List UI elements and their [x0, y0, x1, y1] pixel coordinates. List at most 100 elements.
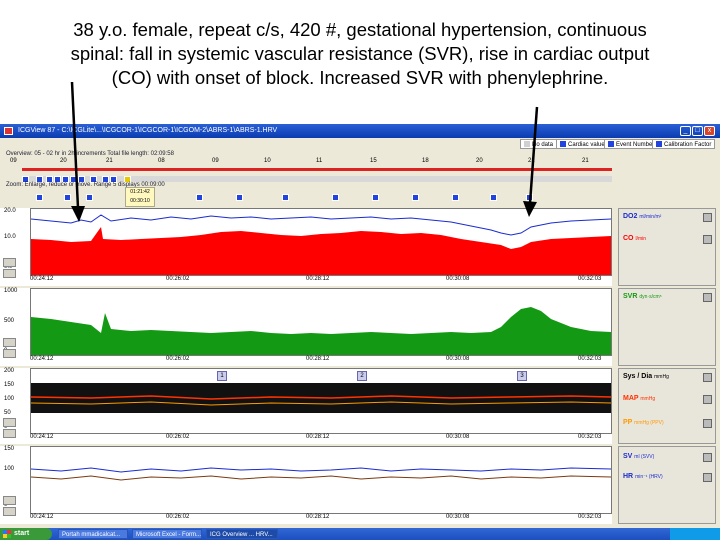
sv-trace — [30, 467, 612, 473]
taskbar-item[interactable]: Portah mmadicalcat... — [58, 529, 128, 539]
x-axis-label: 00:28:12 — [306, 514, 330, 520]
do2-toggle-button[interactable] — [703, 213, 712, 222]
window-title: ICGView 87 - C:\ICGLite\...\ICGCOR-1\ICG… — [18, 127, 278, 134]
scale-down-button[interactable] — [3, 349, 16, 358]
annotation-arrow-right — [523, 106, 539, 217]
x-axis-label: 00:30:08 — [446, 356, 470, 362]
x-axis-label: 00:24:12 — [30, 434, 54, 440]
zoom-event-marker[interactable] — [490, 194, 497, 201]
x-axis-label: 00:28:12 — [306, 356, 330, 362]
taskbar-item[interactable]: Microsoft Excel - Form... — [132, 529, 202, 539]
windows-taskbar: start Portah mmadicalcat... Microsoft Ex… — [0, 528, 720, 540]
x-axis-label: 00:26:02 — [166, 514, 190, 520]
legend-calibration-factor[interactable]: Calibration Factor — [652, 139, 716, 149]
svr-toggle-button[interactable] — [703, 293, 712, 302]
scale-down-button[interactable] — [3, 507, 16, 516]
maximize-button[interactable]: □ — [692, 126, 703, 136]
x-axis-label: 00:26:02 — [166, 276, 190, 282]
x-axis-label: 00:30:08 — [446, 276, 470, 282]
zoom-event-marker[interactable] — [372, 194, 379, 201]
sv-hr-plot[interactable] — [30, 446, 612, 514]
do2-label: DO2 ml/min/m² — [623, 213, 662, 220]
x-axis-label: 00:26:02 — [166, 356, 190, 362]
co-trace — [31, 227, 611, 275]
sv-toggle-button[interactable] — [703, 453, 712, 462]
tick-label: 20 — [476, 158, 483, 164]
y-axis-mid: 100 — [4, 466, 15, 472]
svr-trace — [31, 307, 611, 355]
event-flag[interactable]: 3 — [517, 371, 527, 381]
tick-label: 08 — [158, 158, 165, 164]
scale-down-button[interactable] — [3, 269, 16, 278]
legend-cardiac-value[interactable]: Cardiac value — [556, 139, 609, 149]
window-titlebar[interactable]: ICGView 87 - C:\ICGLite\...\ICGCOR-1\ICG… — [0, 124, 720, 138]
system-tray — [670, 528, 720, 540]
hr-label: HR min⁻¹ (HRV) — [623, 473, 663, 480]
param-panel-4: SV ml (SVV) HR min⁻¹ (HRV) — [618, 446, 716, 524]
tick-label: 09 — [212, 158, 219, 164]
annotation-arrow-left — [70, 81, 85, 222]
event-number-swatch — [608, 141, 614, 147]
title-line-3: (CO) with onset of block. Increased SVR … — [111, 67, 609, 88]
hr-toggle-button[interactable] — [703, 473, 712, 482]
y-axis-max: 20.0 — [4, 208, 16, 214]
zoom-window-box[interactable]: 01:21:42 00:30:10 — [125, 187, 155, 207]
y-axis-mid: 500 — [4, 318, 15, 324]
zoom-event-marker[interactable] — [236, 194, 243, 201]
tick-label: 15 — [370, 158, 377, 164]
x-axis-label: 00:32:03 — [578, 356, 602, 362]
scale-up-button[interactable] — [3, 496, 16, 505]
minimize-button[interactable]: _ — [680, 126, 691, 136]
zoom-time-end: 00:30:10 — [130, 198, 150, 204]
tick-label: 11 — [316, 158, 323, 164]
x-axis-label: 00:24:12 — [30, 356, 54, 362]
cardiac-value-swatch — [560, 141, 566, 147]
scale-up-button[interactable] — [3, 338, 16, 347]
zoom-event-marker[interactable] — [332, 194, 339, 201]
co-label: CO l/min — [623, 235, 647, 242]
svr-plot[interactable] — [30, 288, 612, 356]
param-panel-2: SVR dyn·s/cm⁵ — [618, 288, 716, 366]
icgview-window: ICGView 87 - C:\ICGLite\...\ICGCOR-1\ICG… — [0, 124, 720, 540]
start-button[interactable]: start — [0, 528, 52, 540]
sv-hr-waveform — [30, 467, 612, 481]
bp-plot[interactable]: 1 2 3 — [30, 368, 612, 434]
slide-title: 38 y.o. female, repeat c/s, 420 #, gesta… — [10, 18, 710, 90]
legend-event-number[interactable]: Event Number — [604, 139, 659, 149]
y-axis-100: 100 — [4, 396, 15, 402]
zoom-event-marker[interactable] — [412, 194, 419, 201]
x-axis-label: 00:24:12 — [30, 514, 54, 520]
x-axis-label: 00:28:12 — [306, 276, 330, 282]
event-flag[interactable]: 2 — [357, 371, 367, 381]
scale-up-button[interactable] — [3, 258, 16, 267]
taskbar-item-active[interactable]: ICG Overview ... HRV... — [206, 529, 278, 539]
svr-waveform — [31, 307, 611, 355]
panel-svr: 1000 500 0 00:24:12 00:26:02 00:28:12 00… — [0, 288, 612, 366]
event-flag[interactable]: 1 — [217, 371, 227, 381]
legend-bar: No data Cardiac value Event Number Calib… — [0, 138, 720, 150]
map-toggle-button[interactable] — [703, 395, 712, 404]
y-axis-max: 150 — [4, 446, 15, 452]
sysdia-label: Sys / Dia mmHg — [623, 373, 669, 380]
zoom-event-marker[interactable] — [452, 194, 459, 201]
close-button[interactable]: x — [704, 126, 715, 136]
x-axis-label: 00:30:08 — [446, 514, 470, 520]
sysdia-toggle-button[interactable] — [703, 373, 712, 382]
tick-label: 10 — [264, 158, 271, 164]
y-axis-max: 1000 — [4, 288, 18, 294]
zoom-event-marker[interactable] — [36, 194, 43, 201]
zoom-event-marker[interactable] — [196, 194, 203, 201]
scale-down-button[interactable] — [3, 429, 16, 438]
zoom-event-marker[interactable] — [282, 194, 289, 201]
x-axis-label: 00:32:03 — [578, 276, 602, 282]
calibration-swatch — [656, 141, 662, 147]
svr-label: SVR dyn·s/cm⁵ — [623, 293, 662, 300]
pp-toggle-button[interactable] — [703, 419, 712, 428]
pp-label: PP mmHg (PPV) — [623, 419, 664, 426]
zoom-time-start: 01:21:42 — [130, 189, 150, 195]
title-line-1: 38 y.o. female, repeat c/s, 420 #, gesta… — [73, 19, 647, 40]
co-toggle-button[interactable] — [703, 235, 712, 244]
scale-up-button[interactable] — [3, 418, 16, 427]
tick-label: 21 — [582, 158, 589, 164]
y-axis-150: 150 — [4, 382, 15, 388]
